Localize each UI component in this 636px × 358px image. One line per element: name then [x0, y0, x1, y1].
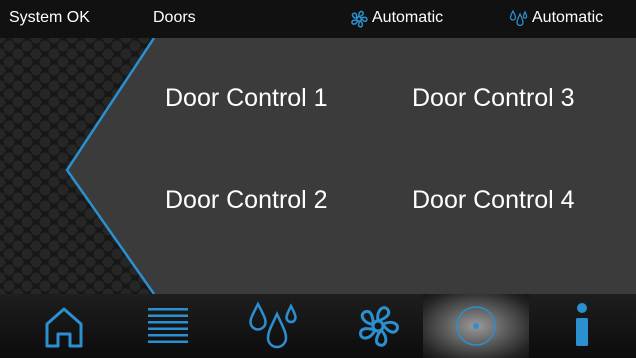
door-control-3-button[interactable]: Door Control 3	[412, 83, 575, 113]
fan-mode-text: Automatic	[372, 9, 444, 26]
nav-fan-button[interactable]	[336, 294, 420, 358]
water-drops-icon	[249, 301, 297, 349]
fan-icon	[359, 306, 399, 347]
info-icon	[576, 303, 588, 346]
door-control-1-button[interactable]: Door Control 1	[165, 83, 328, 113]
door-control-4-button[interactable]: Door Control 4	[412, 185, 575, 215]
page-title: Doors	[153, 9, 196, 26]
status-bar: System OK Doors Automatic Automatic	[0, 0, 636, 38]
home-icon	[45, 307, 83, 348]
bottom-nav-bar	[0, 294, 636, 358]
fan-icon	[351, 10, 368, 28]
nav-info-button[interactable]	[540, 294, 624, 358]
nav-doors-button[interactable]	[423, 294, 529, 358]
system-status-text: System OK	[9, 9, 90, 26]
water-drops-icon	[509, 9, 528, 27]
door-control-2-button[interactable]: Door Control 2	[165, 185, 328, 215]
nav-home-button[interactable]	[22, 294, 106, 358]
nav-menu-button[interactable]	[126, 294, 210, 358]
door-knob-icon	[456, 306, 496, 346]
door-panel	[65, 38, 636, 294]
water-mode-text: Automatic	[532, 9, 604, 26]
menu-lines-icon	[148, 308, 188, 343]
nav-water-button[interactable]	[231, 294, 315, 358]
